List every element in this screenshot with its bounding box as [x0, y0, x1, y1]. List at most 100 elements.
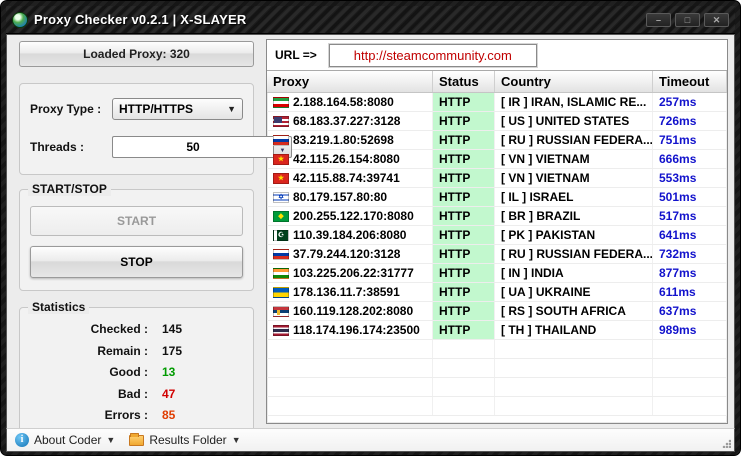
country-cell[interactable]: [ UA ] UKRAINE — [495, 283, 653, 301]
status-cell[interactable]: HTTP — [433, 112, 495, 130]
chevron-down-icon: ▼ — [232, 435, 241, 445]
timeout-cell[interactable]: 751ms — [653, 131, 727, 149]
table-row[interactable]: ★42.115.88.74:39741HTTP[ VN ] VIETNAM553… — [267, 169, 727, 188]
table-row[interactable]: 68.183.37.227:3128 HTTP[ US ] UNITED STAT… — [267, 112, 727, 131]
country-cell[interactable]: [ BR ] BRAZIL — [495, 207, 653, 225]
about-coder-label: About Coder — [34, 433, 101, 447]
country-flag-icon: ✡ — [273, 192, 289, 203]
close-button[interactable]: ✕ — [704, 13, 729, 27]
proxy-cell[interactable]: 160.119.128.202:8080 — [267, 302, 433, 320]
title-bar: Proxy Checker v0.2.1 | X-SLAYER – □ ✕ — [6, 6, 735, 34]
table-row[interactable]: 37.79.244.120:3128HTTP[ RU ] RUSSIAN FED… — [267, 245, 727, 264]
timeout-cell[interactable]: 501ms — [653, 188, 727, 206]
proxy-cell[interactable]: 68.183.37.227:3128 — [267, 112, 433, 130]
maximize-button[interactable]: □ — [675, 13, 700, 27]
table-row[interactable]: ◆200.255.122.170:8080HTTP[ BR ] BRAZIL51… — [267, 207, 727, 226]
timeout-cell[interactable]: 877ms — [653, 264, 727, 282]
proxy-cell[interactable]: ☪110.39.184.206:8080 — [267, 226, 433, 244]
results-folder-button[interactable]: Results Folder ▼ — [129, 433, 240, 447]
status-cell[interactable]: HTTP — [433, 264, 495, 282]
table-row[interactable]: ☪110.39.184.206:8080HTTP[ PK ] PAKISTAN6… — [267, 226, 727, 245]
minimize-button[interactable]: – — [646, 13, 671, 27]
header-status[interactable]: Status — [433, 71, 495, 92]
status-cell[interactable]: HTTP — [433, 207, 495, 225]
country-cell[interactable]: [ TH ] THAILAND — [495, 321, 653, 339]
status-cell[interactable]: HTTP — [433, 131, 495, 149]
proxy-cell[interactable]: 118.174.196.174:23500 — [267, 321, 433, 339]
header-proxy[interactable]: Proxy — [267, 71, 433, 92]
country-cell[interactable]: [ RU ] RUSSIAN FEDERA... — [495, 245, 653, 263]
empty-table-row — [267, 378, 727, 397]
country-flag-icon — [273, 287, 289, 298]
country-cell[interactable]: [ RU ] RUSSIAN FEDERA... — [495, 131, 653, 149]
proxy-table: Proxy Status Country Timeout 2.188.164.5… — [267, 70, 727, 423]
timeout-cell[interactable]: 732ms — [653, 245, 727, 263]
status-cell[interactable]: HTTP — [433, 321, 495, 339]
proxy-cell[interactable]: 2.188.164.58:8080 — [267, 93, 433, 111]
proxy-type-value: HTTP/HTTPS — [119, 102, 193, 116]
proxy-cell[interactable]: 103.225.206.22:31777 — [267, 264, 433, 282]
status-cell[interactable]: HTTP — [433, 283, 495, 301]
status-cell[interactable]: HTTP — [433, 93, 495, 111]
header-country[interactable]: Country — [495, 71, 653, 92]
country-cell[interactable]: [ IR ] IRAN, ISLAMIC RE... — [495, 93, 653, 111]
statistics-group: Statistics Checked :145Remain :175Good :… — [19, 307, 254, 435]
timeout-cell[interactable]: 989ms — [653, 321, 727, 339]
resize-grip[interactable] — [722, 439, 731, 448]
start-button[interactable]: START — [30, 206, 243, 236]
timeout-cell[interactable]: 637ms — [653, 302, 727, 320]
country-cell[interactable]: [ IL ] ISRAEL — [495, 188, 653, 206]
status-cell[interactable]: HTTP — [433, 150, 495, 168]
status-cell[interactable]: HTTP — [433, 302, 495, 320]
country-cell[interactable]: [ VN ] VIETNAM — [495, 150, 653, 168]
results-panel: URL => Proxy Status Country Timeout 2.18… — [266, 39, 728, 424]
timeout-cell[interactable]: 257ms — [653, 93, 727, 111]
header-timeout[interactable]: Timeout — [653, 71, 727, 92]
timeout-cell[interactable]: 517ms — [653, 207, 727, 225]
country-cell[interactable]: [ VN ] VIETNAM — [495, 169, 653, 187]
proxy-type-label: Proxy Type : — [30, 102, 112, 116]
proxy-address: 178.136.11.7:38591 — [293, 285, 400, 299]
proxy-cell[interactable]: ★42.115.88.74:39741 — [267, 169, 433, 187]
table-row[interactable]: 103.225.206.22:31777HTTP[ IN ] INDIA877m… — [267, 264, 727, 283]
table-row[interactable]: 160.119.128.202:8080HTTP[ RS ] SOUTH AFR… — [267, 302, 727, 321]
table-row[interactable]: ✡80.179.157.80:80HTTP[ IL ] ISRAEL501ms — [267, 188, 727, 207]
status-cell[interactable]: HTTP — [433, 226, 495, 244]
table-row[interactable]: 83.219.1.80:52698HTTP[ RU ] RUSSIAN FEDE… — [267, 131, 727, 150]
about-coder-button[interactable]: i About Coder ▼ — [15, 433, 115, 447]
table-row[interactable]: ★42.115.26.154:8080HTTP[ VN ] VIETNAM666… — [267, 150, 727, 169]
proxy-cell[interactable]: 37.79.244.120:3128 — [267, 245, 433, 263]
app-globe-icon — [12, 12, 28, 28]
status-cell[interactable]: HTTP — [433, 169, 495, 187]
timeout-cell[interactable]: 553ms — [653, 169, 727, 187]
url-input[interactable] — [329, 44, 537, 67]
statistics-legend: Statistics — [28, 300, 89, 314]
empty-table-row — [267, 397, 727, 416]
country-flag-icon: ★ — [273, 154, 289, 165]
timeout-cell[interactable]: 641ms — [653, 226, 727, 244]
threads-input[interactable] — [112, 136, 273, 158]
country-flag-icon — [273, 97, 289, 108]
proxy-cell[interactable]: ◆200.255.122.170:8080 — [267, 207, 433, 225]
url-label: URL => — [275, 48, 317, 62]
table-row[interactable]: 118.174.196.174:23500HTTP[ TH ] THAILAND… — [267, 321, 727, 340]
loaded-proxy-button[interactable]: Loaded Proxy: 320 — [19, 41, 254, 67]
status-cell[interactable]: HTTP — [433, 245, 495, 263]
country-cell[interactable]: [ PK ] PAKISTAN — [495, 226, 653, 244]
timeout-cell[interactable]: 726ms — [653, 112, 727, 130]
proxy-type-select[interactable]: HTTP/HTTPS ▼ — [112, 98, 243, 120]
proxy-cell[interactable]: ✡80.179.157.80:80 — [267, 188, 433, 206]
timeout-cell[interactable]: 666ms — [653, 150, 727, 168]
status-cell[interactable]: HTTP — [433, 188, 495, 206]
country-cell[interactable]: [ IN ] INDIA — [495, 264, 653, 282]
timeout-cell[interactable]: 611ms — [653, 283, 727, 301]
table-row[interactable]: 178.136.11.7:38591 HTTP[ UA ] UKRAINE611m… — [267, 283, 727, 302]
stop-button[interactable]: STOP — [30, 246, 243, 278]
url-bar: URL => — [267, 40, 727, 70]
country-cell[interactable]: [ US ] UNITED STATES — [495, 112, 653, 130]
table-row[interactable]: 2.188.164.58:8080HTTP[ IR ] IRAN, ISLAMI… — [267, 93, 727, 112]
country-cell[interactable]: [ RS ] SOUTH AFRICA — [495, 302, 653, 320]
proxy-cell[interactable]: 178.136.11.7:38591 — [267, 283, 433, 301]
proxy-address: 68.183.37.227:3128 — [293, 114, 400, 128]
threads-label: Threads : — [30, 140, 112, 154]
